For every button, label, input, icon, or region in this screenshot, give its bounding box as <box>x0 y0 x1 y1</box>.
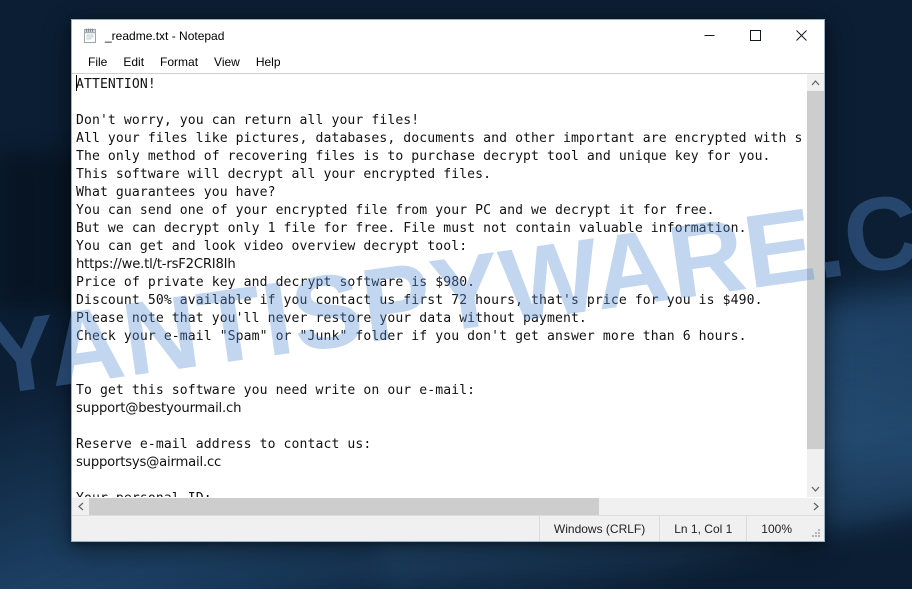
document-line: This software will decrypt all your encr… <box>76 167 492 182</box>
document-line: The only method of recovering files is t… <box>76 149 771 164</box>
document-line: Your personal ID: <box>76 490 806 497</box>
menu-item-help[interactable]: Help <box>248 53 289 71</box>
status-zoom-level: 100% <box>761 521 792 536</box>
document-line: You can get and look video overview decr… <box>76 239 468 254</box>
horizontal-scroll-track[interactable] <box>89 498 807 515</box>
vertical-scroll-thumb[interactable] <box>807 91 824 449</box>
menu-item-file[interactable]: File <box>80 53 115 71</box>
status-bar-spacer <box>72 516 540 541</box>
document-line: Don't worry, you can return all your fil… <box>76 113 420 128</box>
horizontal-scrollbar[interactable] <box>72 497 824 515</box>
document-line: Check your e-mail "Spam" or "Junk" folde… <box>76 329 747 344</box>
menu-item-view[interactable]: View <box>206 53 248 71</box>
scroll-right-arrow-icon[interactable] <box>807 498 824 515</box>
scroll-up-arrow-icon[interactable] <box>807 74 824 91</box>
scroll-left-arrow-icon[interactable] <box>72 498 89 515</box>
minimize-button[interactable] <box>686 20 732 51</box>
window-title: _readme.txt - Notepad <box>105 28 225 43</box>
notepad-window: _readme.txt - Notepad File Edit Format V… <box>71 19 825 542</box>
document-line: What guarantees you have? <box>76 185 276 200</box>
status-line-ending: Windows (CRLF) <box>540 516 661 541</box>
status-bar: Windows (CRLF) Ln 1, Col 1 100% <box>72 515 824 541</box>
text-editor-area[interactable]: ATTENTION! Don't worry, you can return a… <box>72 74 806 497</box>
scroll-down-arrow-icon[interactable] <box>807 480 824 497</box>
title-bar[interactable]: _readme.txt - Notepad <box>72 20 824 51</box>
document-line: supportsys@airmail.cc <box>76 455 222 470</box>
document-line: Discount 50% available if you contact us… <box>76 293 763 308</box>
resize-grip[interactable] <box>806 527 822 539</box>
document-line: Please note that you'll never restore yo… <box>76 311 587 326</box>
vertical-scroll-track[interactable] <box>807 91 824 480</box>
document-line: https://we.tl/t-rsF2CRI8Ih <box>76 257 236 272</box>
menu-bar: File Edit Format View Help <box>72 51 824 73</box>
document-line: To get this software you need write on o… <box>76 383 476 398</box>
document-text: ATTENTION! Don't worry, you can return a… <box>72 76 806 497</box>
menu-item-format[interactable]: Format <box>152 53 206 71</box>
document-line: All your files like pictures, databases,… <box>76 131 803 146</box>
vertical-scrollbar[interactable] <box>806 74 824 497</box>
document-line: But we can decrypt only 1 file for free.… <box>76 221 747 236</box>
document-line: Price of private key and decrypt softwar… <box>76 275 476 290</box>
document-line: ATTENTION! <box>76 77 156 92</box>
close-button[interactable] <box>778 20 824 51</box>
notepad-icon <box>82 28 98 44</box>
menu-item-edit[interactable]: Edit <box>115 53 152 71</box>
editor-row: ATTENTION! Don't worry, you can return a… <box>72 74 824 497</box>
document-line: You can send one of your encrypted file … <box>76 203 715 218</box>
document-line: support@bestyourmail.ch <box>76 401 242 416</box>
document-line: Reserve e-mail address to contact us: <box>76 437 372 452</box>
horizontal-scroll-thumb[interactable] <box>89 498 599 515</box>
status-cursor-position: Ln 1, Col 1 <box>660 516 748 541</box>
maximize-button[interactable] <box>732 20 778 51</box>
text-caret <box>76 75 77 91</box>
editor-region: ATTENTION! Don't worry, you can return a… <box>72 73 824 515</box>
